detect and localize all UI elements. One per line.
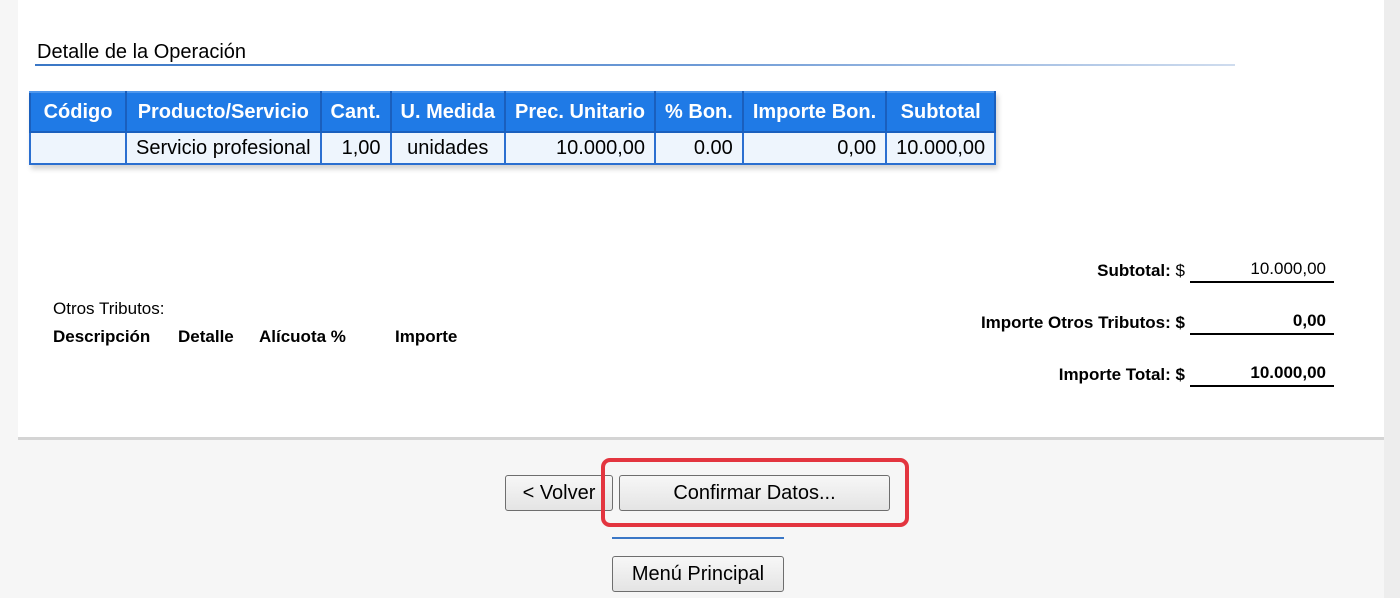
cell-importe-bonificacion: 0,00 bbox=[741, 131, 888, 165]
cell-codigo bbox=[29, 131, 127, 165]
otros-tributos-total-value: 0,00 bbox=[1190, 309, 1334, 335]
page-scroll-gutter bbox=[1384, 0, 1400, 598]
subtotal-label: Subtotal: $ bbox=[1097, 261, 1185, 281]
importe-total-currency: $ bbox=[1175, 365, 1185, 384]
back-button[interactable]: < Volver bbox=[505, 475, 613, 511]
otros-tributos-total-label: Importe Otros Tributos: $ bbox=[981, 313, 1185, 333]
table-row: Servicio profesional 1,00 unidades 10.00… bbox=[29, 131, 997, 165]
nav-divider bbox=[612, 537, 784, 539]
operation-detail-table: Código Producto/Servicio Cant. U. Medida… bbox=[29, 91, 997, 165]
cell-producto: Servicio profesional bbox=[125, 131, 322, 165]
cell-subtotal: 10.000,00 bbox=[885, 131, 997, 165]
section-title-divider bbox=[35, 64, 1235, 66]
col-header-porcentaje-bonificacion: % Bon. bbox=[654, 91, 744, 133]
otros-tributos-total-label-text: Importe Otros Tributos: bbox=[980, 313, 1171, 332]
cell-precio-unitario: 10.000,00 bbox=[503, 131, 657, 165]
otros-col-alicuota: Alícuota % bbox=[259, 327, 346, 346]
otros-col-detalle: Detalle bbox=[178, 327, 234, 346]
col-header-cantidad: Cant. bbox=[319, 91, 392, 133]
subtotal-label-text: Subtotal: bbox=[1097, 261, 1171, 280]
section-title: Detalle de la Operación bbox=[37, 41, 247, 63]
col-header-subtotal: Subtotal bbox=[885, 91, 997, 133]
otros-tributos-label: Otros Tributos: bbox=[53, 299, 165, 318]
otros-col-descripcion: Descripción bbox=[53, 327, 151, 346]
col-header-unidad-medida: U. Medida bbox=[389, 91, 506, 133]
subtotal-value: 10.000,00 bbox=[1190, 257, 1334, 283]
otros-tributos-total-currency: $ bbox=[1175, 313, 1185, 332]
col-header-importe-bonificacion: Importe Bon. bbox=[741, 91, 888, 133]
importe-total-label: Importe Total: $ bbox=[1059, 365, 1185, 385]
importe-total-value: 10.000,00 bbox=[1190, 361, 1334, 387]
cell-porcentaje-bonificacion: 0.00 bbox=[654, 131, 744, 165]
cell-cantidad: 1,00 bbox=[319, 131, 392, 165]
col-header-producto: Producto/Servicio bbox=[125, 91, 322, 133]
cell-unidad-medida: unidades bbox=[389, 131, 506, 165]
otros-col-importe: Importe bbox=[395, 327, 458, 346]
main-menu-button[interactable]: Menú Principal bbox=[612, 556, 784, 592]
col-header-precio-unitario: Prec. Unitario bbox=[503, 91, 657, 133]
subtotal-currency: $ bbox=[1175, 261, 1185, 280]
confirm-button[interactable]: Confirmar Datos... bbox=[619, 475, 890, 511]
table-header-row: Código Producto/Servicio Cant. U. Medida… bbox=[29, 91, 997, 133]
importe-total-label-text: Importe Total: bbox=[1058, 365, 1171, 384]
col-header-codigo: Código bbox=[29, 91, 127, 133]
